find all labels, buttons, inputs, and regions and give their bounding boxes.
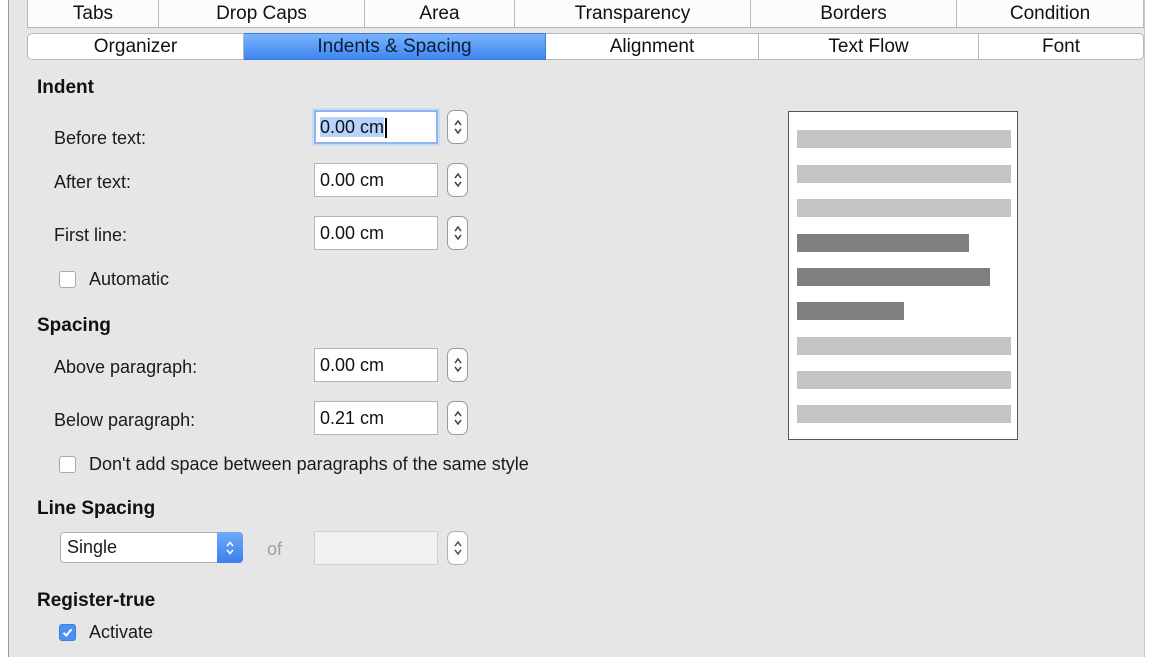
preview-line: [797, 130, 1011, 148]
after-text-label: After text:: [54, 172, 132, 192]
no-space-checkbox[interactable]: [59, 456, 76, 473]
preview-line: [797, 165, 1011, 183]
below-paragraph-label: Below paragraph:: [54, 410, 196, 430]
automatic-label: Automatic: [89, 269, 170, 289]
checkmark-icon: [62, 628, 73, 637]
no-space-label: Don't add space between paragraphs of th…: [89, 454, 529, 474]
activate-checkbox[interactable]: [59, 624, 76, 641]
line-spacing-value-field[interactable]: [314, 531, 438, 565]
preview-line-current: [797, 302, 904, 320]
above-paragraph-field[interactable]: 0.00 cm: [314, 348, 438, 382]
tab-condition[interactable]: Condition: [957, 0, 1144, 28]
below-paragraph-field[interactable]: 0.21 cm: [314, 401, 438, 435]
tab-font[interactable]: Font: [979, 33, 1144, 60]
tab-tabs[interactable]: Tabs: [27, 0, 159, 28]
spacing-section-title: Spacing: [37, 315, 111, 336]
before-text-stepper-icon[interactable]: [447, 110, 468, 144]
tab-borders[interactable]: Borders: [751, 0, 957, 28]
first-line-stepper-icon[interactable]: [447, 216, 468, 250]
below-paragraph-stepper-icon[interactable]: [447, 401, 468, 435]
before-text-value: 0.00 cm: [320, 117, 385, 137]
after-text-field[interactable]: 0.00 cm: [314, 163, 438, 197]
line-spacing-section-title: Line Spacing: [37, 498, 156, 519]
before-text-label: Before text:: [54, 128, 147, 148]
preview-line: [797, 405, 1011, 423]
first-line-label: First line:: [54, 225, 128, 245]
automatic-checkbox[interactable]: [59, 271, 76, 288]
above-paragraph-stepper-icon[interactable]: [447, 348, 468, 382]
preview-line-current: [797, 268, 990, 286]
of-label: of: [267, 539, 283, 559]
activate-label: Activate: [89, 622, 154, 642]
tab-area[interactable]: Area: [365, 0, 515, 28]
tab-row-top: Tabs Drop Caps Area Transparency Borders…: [27, 0, 1145, 28]
preview-line-current: [797, 234, 969, 252]
preview-line: [797, 199, 1011, 217]
tab-text-flow[interactable]: Text Flow: [759, 33, 979, 60]
tab-organizer[interactable]: Organizer: [27, 33, 244, 60]
tab-drop-caps[interactable]: Drop Caps: [159, 0, 365, 28]
above-paragraph-label: Above paragraph:: [54, 357, 198, 377]
tab-transparency[interactable]: Transparency: [515, 0, 751, 28]
paragraph-preview: [788, 111, 1018, 440]
paragraph-style-dialog: Tabs Drop Caps Area Transparency Borders…: [8, 0, 1145, 657]
line-spacing-select[interactable]: Single: [60, 532, 243, 563]
preview-line: [797, 337, 1011, 355]
register-true-section-title: Register-true: [37, 590, 156, 611]
before-text-field[interactable]: 0.00 cm: [314, 110, 438, 144]
indent-section-title: Indent: [37, 77, 94, 98]
up-down-chevron-icon[interactable]: [217, 532, 243, 563]
tab-indents-spacing[interactable]: Indents & Spacing: [244, 33, 546, 60]
tab-row-bottom: Organizer Indents & Spacing Alignment Te…: [27, 33, 1145, 60]
first-line-field[interactable]: 0.00 cm: [314, 216, 438, 250]
line-spacing-selected-value: Single: [67, 537, 118, 557]
after-text-stepper-icon[interactable]: [447, 163, 468, 197]
preview-line: [797, 371, 1011, 389]
line-spacing-value-stepper-icon[interactable]: [447, 531, 468, 565]
text-caret: [385, 118, 388, 139]
tab-alignment[interactable]: Alignment: [546, 33, 759, 60]
